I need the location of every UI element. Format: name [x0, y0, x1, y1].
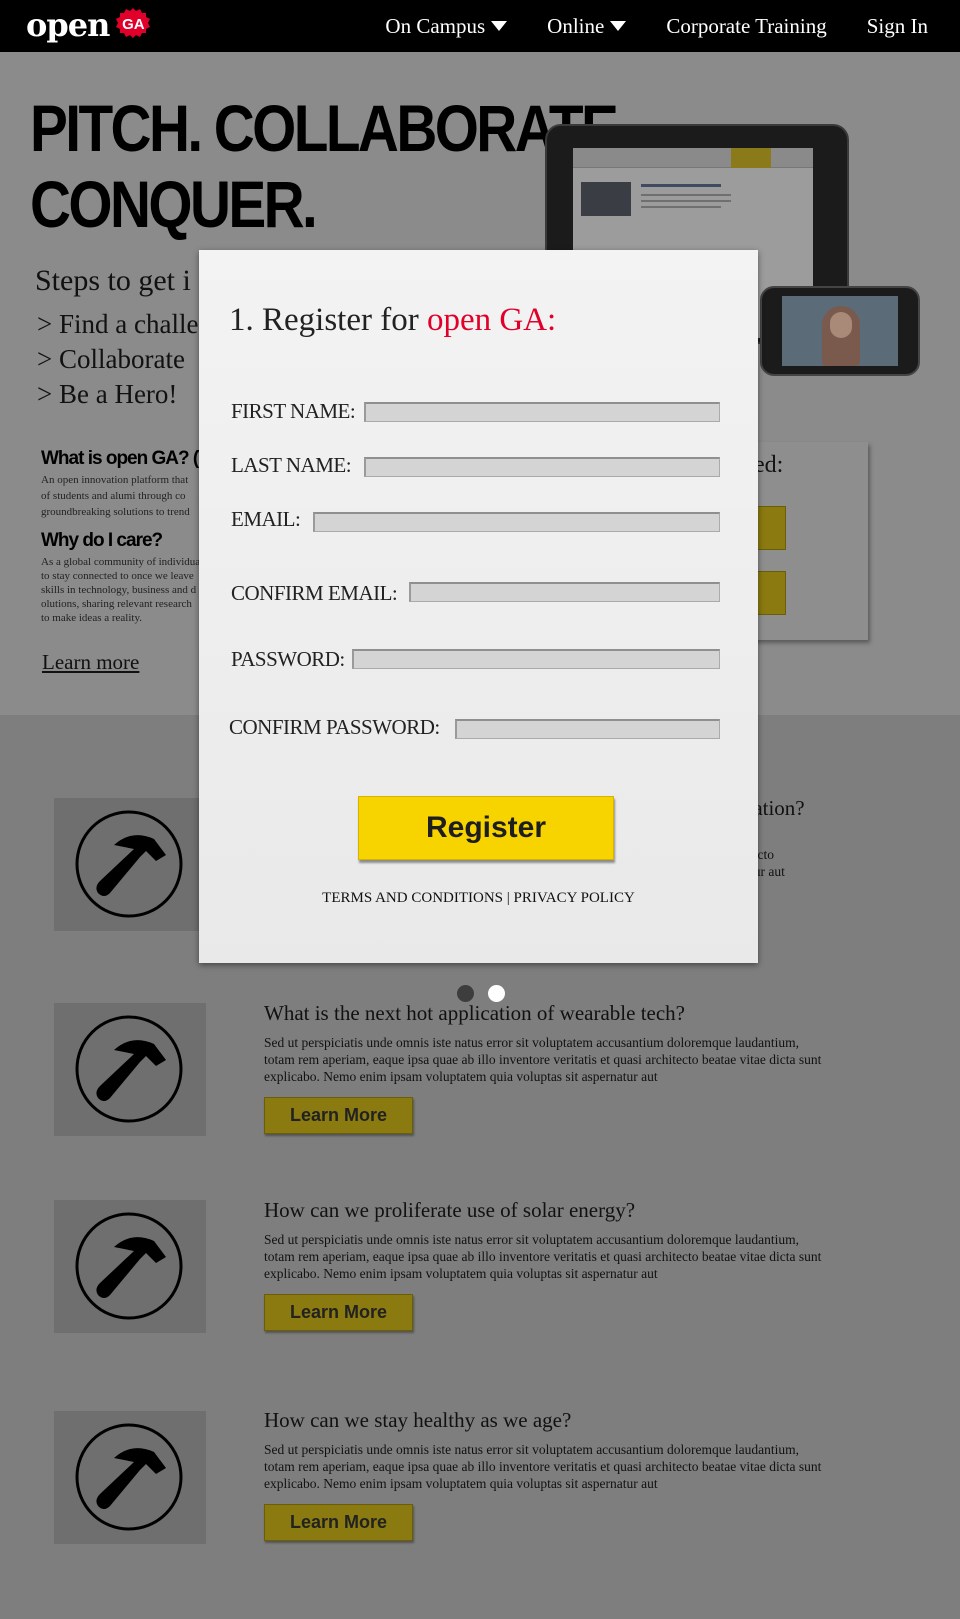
- logo-badge-icon: GA: [115, 7, 151, 43]
- nav-online-label: Online: [547, 13, 605, 38]
- phone-screen: [782, 296, 898, 366]
- nav-corporate-training-label: Corporate Training: [666, 13, 827, 38]
- logo[interactable]: open GA: [26, 6, 151, 44]
- password-label: PASSWORD:: [231, 647, 345, 671]
- top-nav: open GA On Campus Online Corporate Train…: [0, 0, 960, 52]
- challenge-thumbnail: [54, 798, 206, 931]
- modal-title: 1. Register for open GA:: [229, 302, 556, 339]
- hammer-icon: [75, 1212, 183, 1320]
- challenge-thumbnail: [54, 1411, 206, 1544]
- learn-more-button[interactable]: Learn More: [264, 1097, 413, 1134]
- nav-sign-in-label: Sign In: [866, 13, 928, 38]
- confirm-password-label: CONFIRM PASSWORD:: [229, 715, 440, 739]
- legal-separator: |: [506, 890, 510, 906]
- logo-text: open: [26, 6, 110, 44]
- step-item: > Collaborate: [37, 344, 185, 374]
- side-card-title: ed:: [754, 452, 784, 478]
- challenge-thumbnail: [54, 1200, 206, 1333]
- challenge-thumbnail: [54, 1003, 206, 1136]
- modal-title-prefix: 1. Register for: [229, 302, 427, 338]
- nav-corporate-training[interactable]: Corporate Training: [666, 14, 826, 39]
- carousel-dot[interactable]: [457, 985, 474, 1002]
- chevron-down-icon: [610, 21, 627, 31]
- confirm-email-field[interactable]: [409, 582, 720, 602]
- password-field[interactable]: [352, 649, 720, 669]
- hammer-icon: [75, 810, 183, 918]
- learn-more-link[interactable]: Learn more: [42, 650, 139, 675]
- steps-title: Steps to get i: [35, 264, 191, 297]
- legal-links: TERMS AND CONDITIONS | PRIVACY POLICY: [199, 890, 758, 907]
- terms-link[interactable]: TERMS AND CONDITIONS: [322, 890, 503, 906]
- why-care-line: to make ideas a reality.: [41, 612, 142, 624]
- tablet-item-line: [641, 194, 731, 196]
- last-name-field[interactable]: [364, 457, 720, 477]
- challenge-title: How can we proliferate use of solar ener…: [264, 1198, 636, 1222]
- why-care-line: skills in technology, business and d: [41, 584, 197, 596]
- why-care-title: Why do I care?: [41, 530, 163, 551]
- hammer-icon: [75, 1423, 183, 1531]
- confirm-password-field[interactable]: [455, 719, 720, 739]
- nav-on-campus[interactable]: On Campus: [385, 13, 508, 39]
- email-field[interactable]: [313, 512, 720, 532]
- last-name-label: LAST NAME:: [231, 453, 352, 477]
- phone-mockup-image: [760, 286, 920, 376]
- what-is-body: An open innovation platform that of stud…: [41, 472, 201, 520]
- challenge-body-line: atur aut: [744, 864, 785, 879]
- challenge-title: What is the next hot application of wear…: [264, 1001, 685, 1025]
- tablet-video-thumb: [581, 182, 631, 216]
- what-is-line: groundbreaking solutions to trend: [41, 506, 190, 518]
- nav-online[interactable]: Online: [547, 13, 627, 39]
- chevron-down-icon: [491, 21, 508, 31]
- tablet-screen-tab: [731, 148, 771, 168]
- first-name-field[interactable]: [364, 402, 720, 422]
- privacy-link[interactable]: PRIVACY POLICY: [514, 890, 635, 906]
- what-is-line: An open innovation platform that: [41, 474, 189, 486]
- why-care-line: to stay connected to once we leave: [41, 570, 194, 582]
- why-care-line: olutions, sharing relevant research: [41, 598, 192, 610]
- tablet-item-line: [641, 200, 731, 202]
- why-care-line: As a global community of individua: [41, 556, 201, 568]
- modal-title-accent: open GA:: [426, 302, 557, 338]
- challenge-body: Sed ut perspiciatis unde omnis iste natu…: [264, 1232, 822, 1281]
- email-label: EMAIL:: [231, 507, 301, 531]
- nav-on-campus-label: On Campus: [385, 13, 486, 38]
- learn-more-button[interactable]: Learn More: [264, 1294, 413, 1331]
- nav-sign-in[interactable]: Sign In: [867, 14, 928, 39]
- step-item: > Find a challe: [37, 309, 199, 339]
- carousel-dot-active[interactable]: [488, 985, 505, 1002]
- challenge-body: Sed ut perspiciatis unde omnis iste natu…: [264, 1442, 822, 1491]
- tablet-item-title: [641, 184, 721, 187]
- what-is-line: of students and alumi through co: [41, 490, 186, 502]
- hammer-icon: [75, 1015, 183, 1123]
- challenge-title: How can we stay healthy as we age?: [264, 1408, 572, 1432]
- logo-badge-text: GA: [122, 16, 145, 33]
- confirm-email-label: CONFIRM EMAIL:: [231, 581, 398, 605]
- learn-more-button[interactable]: Learn More: [264, 1504, 413, 1541]
- challenge-body: Sed ut perspiciatis unde omnis iste natu…: [264, 1035, 822, 1084]
- challenge-body: itecto atur aut: [744, 846, 864, 880]
- headline-line-1: PITCH. COLLABORATE.: [30, 91, 632, 165]
- challenge-body-line: itecto: [744, 847, 774, 862]
- page-headline: PITCH. COLLABORATE. CONQUER.: [30, 90, 632, 242]
- tablet-screen-toolbar: [573, 148, 813, 168]
- tablet-item-line: [641, 206, 721, 208]
- why-care-body: As a global community of individua to st…: [41, 555, 201, 625]
- phone-face: [830, 312, 852, 338]
- headline-line-2: CONQUER.: [30, 167, 318, 241]
- first-name-label: FIRST NAME:: [231, 399, 356, 423]
- register-button[interactable]: Register: [358, 796, 614, 860]
- step-item: > Be a Hero!: [37, 379, 178, 409]
